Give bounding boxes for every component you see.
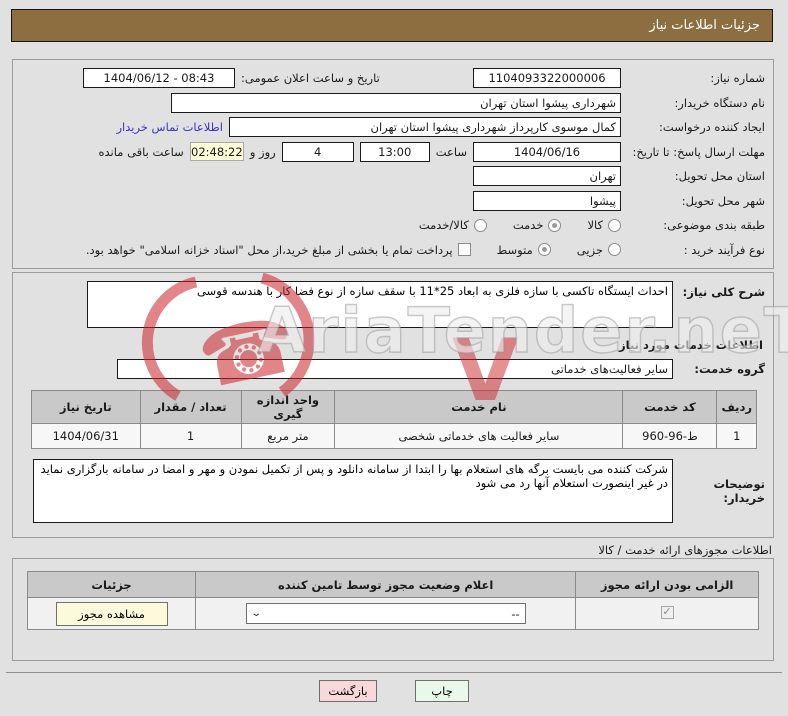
col-unit: واحد اندازه گیری bbox=[240, 390, 336, 424]
col-service-code: کد خدمت bbox=[622, 390, 718, 424]
footer-buttons: چاپ بازگشت bbox=[0, 680, 788, 702]
services-heading: اطلاعات خدمات مورد نیاز bbox=[619, 338, 763, 352]
deadline-label: مهلت ارسال پاسخ: تا تاریخ: bbox=[632, 144, 765, 159]
print-button[interactable]: چاپ bbox=[415, 680, 469, 702]
deadline-time-label: ساعت bbox=[435, 144, 467, 159]
row-process-type: نوع فرآیند خرید : جزیی متوسط پرداخت تمام… bbox=[21, 239, 765, 261]
license-status-select[interactable]: -- ⌄ bbox=[245, 603, 526, 624]
announce-datetime-field[interactable] bbox=[83, 68, 235, 88]
row-need-number: شماره نیاز: تاریخ و ساعت اعلان عمومی: bbox=[21, 67, 765, 89]
row-buyer-notes: توضیحات خریدار: شرکت کننده می بایست برگه… bbox=[21, 459, 765, 523]
services-table: ردیف کد خدمت نام خدمت واحد اندازه گیری ت… bbox=[31, 390, 757, 449]
license-table-header-row: الزامی بودن ارائه مجوز اعلام وضعیت مجوز … bbox=[26, 571, 759, 598]
row-deadline: مهلت ارسال پاسخ: تا تاریخ: ساعت روز و 02… bbox=[21, 141, 765, 163]
cell-need-date: 1404/06/31 bbox=[31, 423, 141, 449]
services-table-row: 1 ط-96-960 سایر فعالیت های خدماتی شخصی م… bbox=[31, 423, 757, 449]
province-field[interactable] bbox=[473, 166, 621, 187]
back-button[interactable]: بازگشت bbox=[319, 680, 377, 702]
col-row-number: ردیف bbox=[716, 390, 757, 424]
row-classification: طبقه بندی موضوعی: کالا خدمت کالا/خدمت bbox=[21, 214, 765, 236]
page-title: جزئیات اطلاعات نیاز bbox=[649, 18, 760, 33]
buyer-notes-label: توضیحات خریدار: bbox=[713, 477, 766, 505]
request-creator-label: ایجاد کننده درخواست: bbox=[659, 120, 765, 135]
cell-unit: متر مربع bbox=[240, 423, 336, 449]
services-groupbox: شرح کلی نیاز: احداث ایستگاه تاکسی با ساز… bbox=[12, 272, 774, 538]
buyer-org-field[interactable] bbox=[171, 92, 621, 113]
radio-option-medium[interactable]: متوسط bbox=[497, 243, 551, 257]
deadline-days-field[interactable] bbox=[281, 141, 354, 162]
cell-quantity: 1 bbox=[139, 423, 242, 449]
goods-radio-label: کالا bbox=[587, 218, 603, 233]
announce-datetime-label: تاریخ و ساعت اعلان عمومی: bbox=[241, 71, 380, 85]
city-field[interactable] bbox=[473, 190, 621, 211]
col-need-date: تاریخ نیاز bbox=[31, 390, 141, 424]
treasury-checkbox-label: پرداخت تمام یا بخشی از مبلغ خرید،از محل … bbox=[85, 242, 453, 257]
row-province: استان محل تحویل: bbox=[21, 165, 765, 187]
radio-option-service[interactable]: خدمت bbox=[513, 218, 562, 232]
row-buyer-org: نام دستگاه خریدار: bbox=[21, 92, 765, 114]
buyer-notes-textarea[interactable]: شرکت کننده می بایست برگه های استعلام بها… bbox=[33, 459, 673, 523]
col-license-status: اعلام وضعیت مجوز توسط تامین کننده bbox=[195, 571, 577, 598]
cell-license-status: -- ⌄ bbox=[195, 597, 577, 630]
goods-service-radio-icon[interactable] bbox=[473, 218, 487, 232]
license-status-value: -- bbox=[511, 606, 520, 621]
medium-radio-icon[interactable] bbox=[537, 243, 551, 257]
treasury-checkbox-icon[interactable] bbox=[457, 243, 471, 257]
service-radio-label: خدمت bbox=[512, 218, 544, 233]
service-group-field[interactable] bbox=[117, 359, 673, 379]
col-license-required: الزامی بودن ارائه مجوز bbox=[575, 571, 759, 598]
row-request-creator: ایجاد کننده درخواست: اطلاعات تماس خریدار bbox=[21, 116, 765, 138]
remaining-time-badge: 02:48:22 bbox=[189, 142, 244, 162]
medium-radio-label: متوسط bbox=[496, 242, 533, 257]
chevron-down-icon: ⌄ bbox=[250, 608, 262, 619]
radio-option-goods[interactable]: کالا bbox=[587, 218, 621, 232]
cell-license-details: مشاهده مجوز bbox=[26, 597, 197, 630]
cell-service-code: ط-96-960 bbox=[622, 423, 718, 449]
process-type-label: نوع فرآیند خرید : bbox=[683, 242, 765, 257]
deadline-time-field[interactable] bbox=[359, 141, 430, 162]
minor-radio-label: جزیی bbox=[576, 242, 603, 257]
days-and-label: روز و bbox=[249, 144, 276, 159]
page-title-bar: جزئیات اطلاعات نیاز bbox=[11, 9, 773, 42]
license-heading: اطلاعات مجوزهای ارائه خدمت / کالا bbox=[598, 543, 772, 557]
license-groupbox: الزامی بودن ارائه مجوز اعلام وضعیت مجوز … bbox=[12, 558, 774, 661]
col-service-name: نام خدمت bbox=[334, 390, 624, 424]
need-number-field[interactable] bbox=[473, 68, 621, 88]
license-table-row: -- ⌄ مشاهده مجوز bbox=[26, 597, 759, 630]
classification-label: طبقه بندی موضوعی: bbox=[663, 218, 765, 233]
license-required-checkbox[interactable] bbox=[660, 605, 674, 619]
province-label: استان محل تحویل: bbox=[674, 169, 765, 184]
cell-row-number: 1 bbox=[716, 423, 757, 449]
services-table-header-row: ردیف کد خدمت نام خدمت واحد اندازه گیری ت… bbox=[31, 390, 757, 424]
need-info-groupbox: شماره نیاز: تاریخ و ساعت اعلان عمومی: نا… bbox=[12, 59, 774, 269]
cell-license-required bbox=[575, 597, 759, 630]
row-city: شهر محل تحویل: bbox=[21, 190, 765, 212]
request-creator-field[interactable] bbox=[229, 117, 621, 138]
description-textarea[interactable]: احداث ایستگاه تاکسی با سازه فلزی به ابعا… bbox=[87, 281, 673, 328]
need-number-label: شماره نیاز: bbox=[710, 71, 765, 85]
deadline-date-field[interactable] bbox=[473, 141, 621, 162]
goods-radio-icon[interactable] bbox=[608, 218, 621, 232]
goods-service-radio-label: کالا/خدمت bbox=[418, 218, 469, 233]
view-license-button[interactable]: مشاهده مجوز bbox=[55, 601, 168, 626]
col-license-details: جزئیات bbox=[26, 571, 197, 598]
description-label: شرح کلی نیاز: bbox=[682, 285, 765, 299]
minor-radio-icon[interactable] bbox=[608, 243, 621, 257]
radio-option-minor[interactable]: جزیی bbox=[577, 243, 621, 257]
row-description: شرح کلی نیاز: احداث ایستگاه تاکسی با ساز… bbox=[21, 281, 765, 328]
buyer-contact-link[interactable]: اطلاعات تماس خریدار bbox=[116, 120, 223, 134]
service-group-label: گروه خدمت: bbox=[694, 362, 765, 376]
treasury-checkbox-option[interactable]: پرداخت تمام یا بخشی از مبلغ خرید،از محل … bbox=[86, 243, 471, 257]
service-radio-icon[interactable] bbox=[548, 218, 562, 232]
row-service-group: گروه خدمت: bbox=[21, 358, 765, 380]
city-label: شهر محل تحویل: bbox=[681, 193, 765, 208]
remaining-hours-label: ساعت باقی مانده bbox=[98, 144, 184, 159]
cell-service-name: سایر فعالیت های خدماتی شخصی bbox=[334, 423, 624, 449]
radio-option-goods-service[interactable]: کالا/خدمت bbox=[419, 218, 487, 232]
buyer-org-label: نام دستگاه خریدار: bbox=[674, 95, 765, 110]
license-table: الزامی بودن ارائه مجوز اعلام وضعیت مجوز … bbox=[26, 571, 759, 630]
col-quantity: تعداد / مقدار bbox=[139, 390, 242, 424]
footer-divider bbox=[6, 672, 782, 673]
